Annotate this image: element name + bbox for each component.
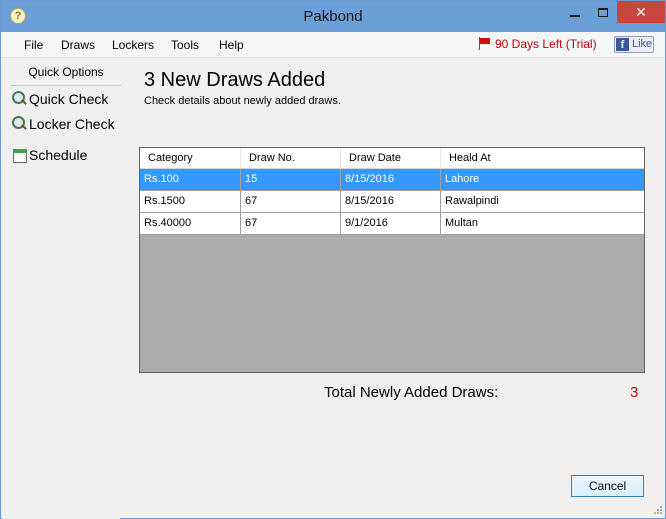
cell-draw-date: 9/1/2016	[341, 213, 441, 234]
maximize-button[interactable]	[589, 1, 617, 23]
minimize-button[interactable]	[561, 1, 589, 23]
sidebar-item-label: Quick Check	[29, 91, 109, 107]
page-subtitle: Check details about newly added draws.	[144, 95, 341, 107]
sidebar-item-label: Schedule	[29, 147, 88, 163]
maximize-icon	[598, 8, 608, 18]
menu-tools[interactable]: Tools	[171, 38, 199, 52]
sidebar-header: Quick Options	[11, 64, 121, 86]
menu-help[interactable]: Help	[219, 38, 244, 52]
cell-category: Rs.40000	[140, 213, 241, 234]
facebook-icon: f	[616, 38, 629, 51]
menu-file[interactable]: File	[24, 38, 43, 52]
column-header-draw-date[interactable]: Draw Date	[341, 148, 441, 169]
menu-draws[interactable]: Draws	[61, 38, 95, 52]
sidebar-item-schedule[interactable]: Schedule	[12, 147, 87, 169]
cell-held-at: Rawalpindi	[445, 195, 499, 207]
resize-grip-icon[interactable]	[651, 505, 663, 517]
cell-draw-date: 8/15/2016	[341, 169, 441, 190]
trial-status[interactable]: 90 Days Left (Trial)	[478, 37, 597, 51]
like-label: Like	[632, 38, 653, 50]
quick-options-sidebar: Quick Options Quick Check Locker Check S…	[2, 59, 121, 519]
close-button[interactable]: ✕	[617, 1, 665, 23]
table-row[interactable]: Rs.1500 67 8/15/2016 Rawalpindi	[140, 191, 644, 213]
sidebar-item-quick-check[interactable]: Quick Check	[12, 91, 108, 113]
cell-category: Rs.100	[140, 169, 241, 190]
table-row[interactable]: Rs.100 15 8/15/2016 Lahore	[140, 169, 644, 191]
sidebar-item-label: Locker Check	[29, 116, 115, 132]
table-row[interactable]: Rs.40000 67 9/1/2016 Multan	[140, 213, 644, 235]
cell-draw-date: 8/15/2016	[341, 191, 441, 212]
app-window: ? Pakbond ✕ File Draws Lockers Tools Hel…	[0, 0, 666, 519]
draws-table[interactable]: Category Draw No. Draw Date Heald At Rs.…	[139, 147, 645, 373]
cell-category: Rs.1500	[140, 191, 241, 212]
page-title: 3 New Draws Added	[144, 69, 326, 91]
cell-draw-no: 67	[241, 191, 341, 212]
column-header-category[interactable]: Category	[140, 148, 241, 169]
magnifier-icon	[12, 116, 27, 131]
facebook-like-button[interactable]: f Like	[614, 36, 654, 53]
cell-draw-no: 67	[241, 213, 341, 234]
cell-held-at: Multan	[445, 217, 479, 229]
minimize-icon	[570, 14, 580, 17]
sidebar-item-locker-check[interactable]: Locker Check	[12, 116, 115, 138]
total-draws-label: Total Newly Added Draws:	[324, 384, 499, 401]
total-draws-value: 3	[630, 384, 639, 401]
menu-bar: File Draws Lockers Tools Help 90 Days Le…	[2, 32, 664, 58]
table-header: Category Draw No. Draw Date Heald At	[140, 148, 644, 169]
cancel-button[interactable]: Cancel	[571, 475, 644, 497]
menu-lockers[interactable]: Lockers	[112, 38, 154, 52]
trial-text: 90 Days Left (Trial)	[495, 37, 597, 51]
cell-draw-no: 15	[241, 169, 341, 190]
calendar-icon	[12, 147, 27, 163]
magnifier-icon	[12, 91, 27, 106]
column-header-held-at[interactable]: Heald At	[441, 148, 644, 169]
cell-held-at: Lahore	[445, 173, 480, 185]
title-bar[interactable]: ? Pakbond ✕	[1, 1, 665, 32]
flag-icon	[478, 37, 491, 50]
column-header-draw-no[interactable]: Draw No.	[241, 148, 341, 169]
